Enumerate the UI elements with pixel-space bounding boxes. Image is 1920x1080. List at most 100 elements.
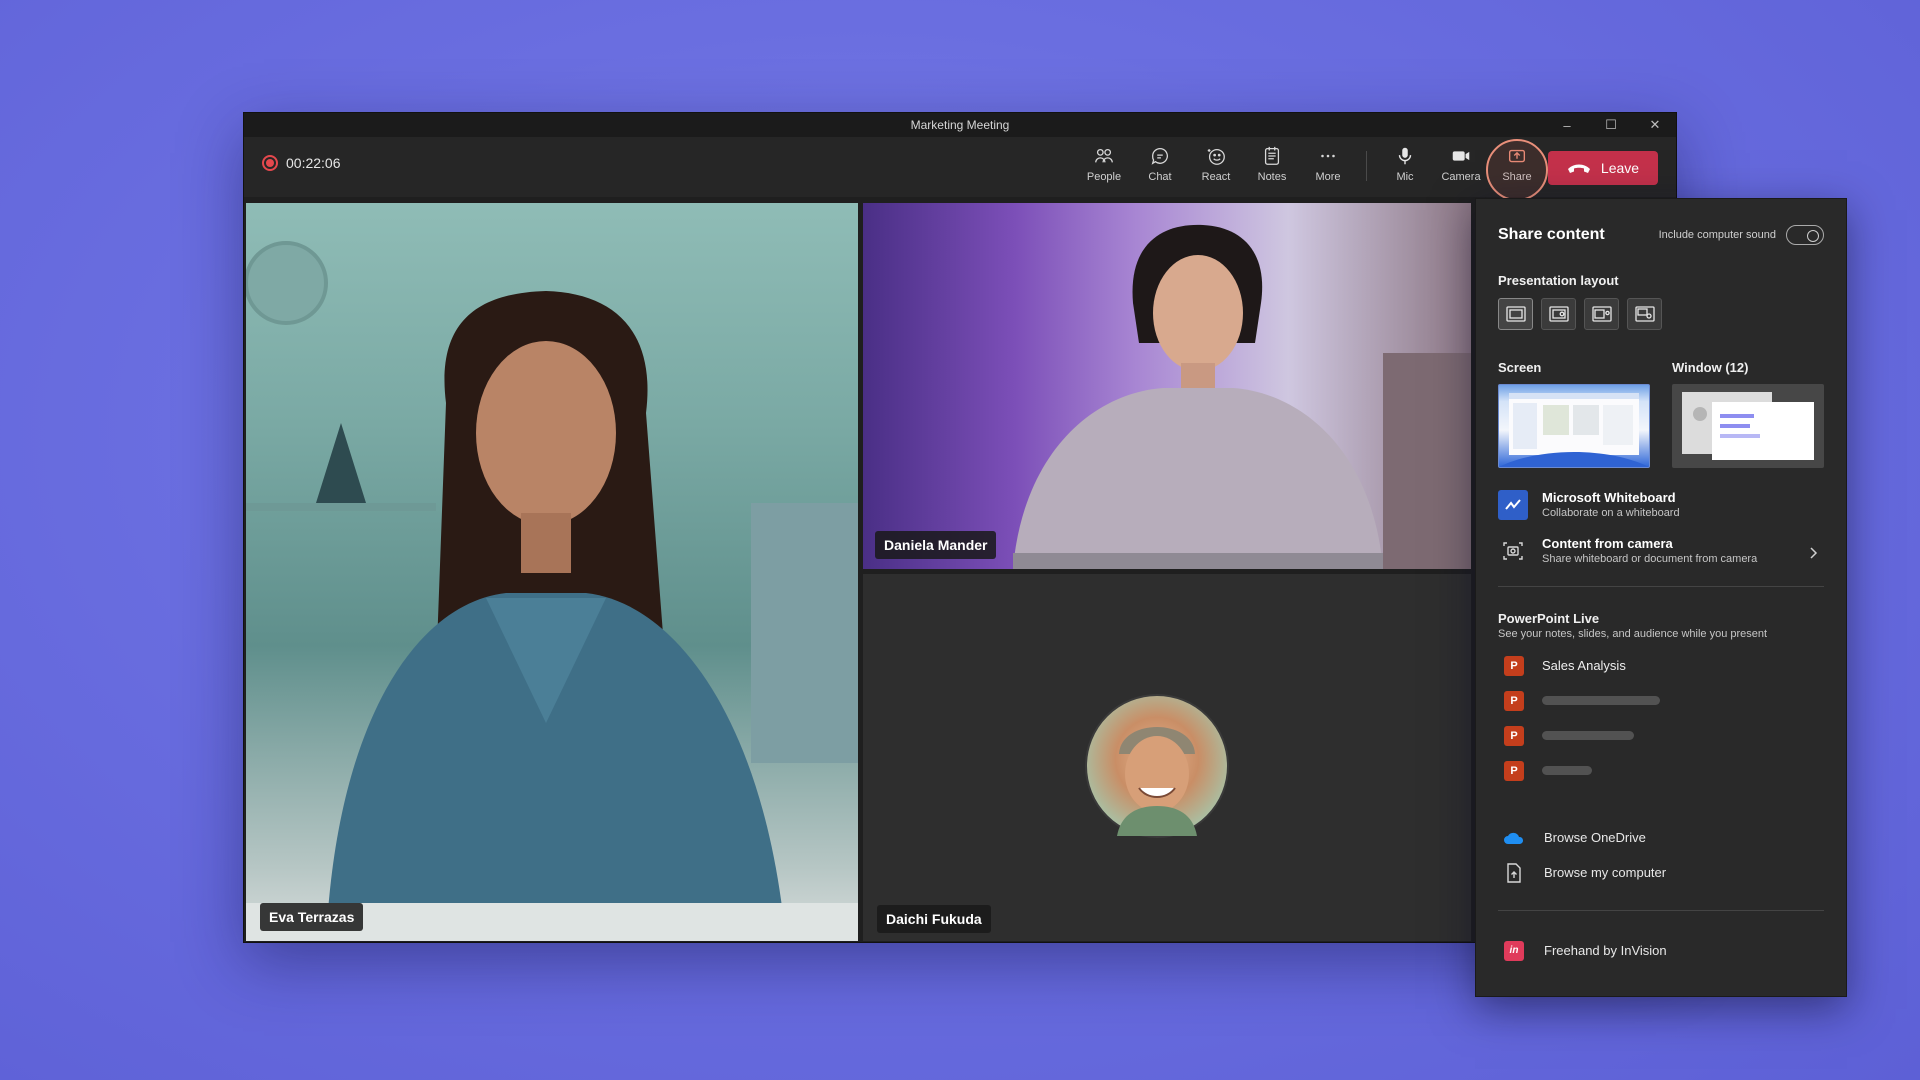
hang-up-icon — [1567, 164, 1590, 173]
notes-button[interactable]: Notes — [1244, 145, 1300, 183]
powerpoint-live-title: PowerPoint Live — [1498, 611, 1600, 626]
toolbar-divider — [1366, 151, 1367, 181]
screen-option[interactable]: Screen — [1498, 360, 1650, 468]
presentation-layout-options — [1498, 298, 1824, 330]
people-label: People — [1086, 171, 1122, 183]
powerpoint-icon: P — [1504, 725, 1524, 746]
meeting-toolbar: 00:22:06 People Chat React Notes More Mi… — [244, 137, 1676, 201]
section-divider — [1498, 910, 1824, 911]
camera-label: Camera — [1441, 171, 1481, 183]
window-option[interactable]: Window (12) — [1672, 360, 1824, 468]
more-button[interactable]: More — [1300, 145, 1356, 183]
people-icon — [1095, 148, 1113, 163]
ppt-file-name: Sales Analysis — [1542, 658, 1626, 673]
toolbar-tools: People Chat React Notes More Mic Camera … — [1076, 139, 1548, 201]
presentation-layout-label: Presentation layout — [1498, 273, 1619, 288]
ppt-file-item[interactable]: P Sales Analysis — [1498, 648, 1824, 683]
ppt-file-item[interactable]: P — [1498, 753, 1824, 788]
share-panel-title: Share content — [1498, 226, 1605, 243]
freehand-option[interactable]: in Freehand by InVision — [1498, 933, 1824, 968]
layout-standout-button[interactable] — [1541, 298, 1576, 330]
include-sound-toggle[interactable] — [1786, 225, 1824, 245]
browse-computer-label: Browse my computer — [1544, 865, 1667, 880]
video-tile-eva[interactable]: Eva Terrazas — [246, 203, 858, 941]
share-button[interactable]: Share — [1486, 139, 1548, 201]
share-source-thumbnails: Screen Window (12) — [1498, 360, 1824, 468]
video-tile-daichi[interactable]: Daichi Fukuda — [863, 574, 1471, 941]
layout-side-by-side-button[interactable] — [1584, 298, 1619, 330]
meeting-window: Marketing Meeting – ☐ ✕ 00:22:06 People … — [243, 112, 1677, 943]
layout-content-only-icon — [1505, 306, 1526, 322]
window-thumbnail[interactable] — [1672, 384, 1824, 468]
browse-options: Browse OneDrive Browse my computer — [1498, 820, 1824, 890]
browse-onedrive-label: Browse OneDrive — [1544, 830, 1646, 845]
microsoft-whiteboard-option[interactable]: Microsoft Whiteboard Collaborate on a wh… — [1498, 490, 1824, 520]
notes-label: Notes — [1257, 171, 1287, 183]
react-button[interactable]: React — [1188, 145, 1244, 183]
close-button[interactable]: ✕ — [1644, 114, 1666, 136]
chat-button[interactable]: Chat — [1132, 145, 1188, 183]
camera-content-subtitle: Share whiteboard or document from camera — [1542, 553, 1758, 565]
onedrive-icon — [1502, 831, 1526, 845]
camera-button[interactable]: Camera — [1433, 145, 1489, 183]
video-tile-daniela[interactable]: Daniela Mander — [863, 203, 1471, 569]
layout-reporter-button[interactable] — [1627, 298, 1662, 330]
recording-icon — [262, 155, 278, 171]
window-controls: – ☐ ✕ — [1556, 113, 1666, 137]
mic-button[interactable]: Mic — [1377, 145, 1433, 183]
more-icon — [1321, 154, 1335, 158]
layout-content-only-button[interactable] — [1498, 298, 1533, 330]
camera-content-title: Content from camera — [1542, 536, 1673, 551]
invision-icon: in — [1502, 940, 1526, 961]
more-label: More — [1315, 171, 1341, 183]
browse-computer-option[interactable]: Browse my computer — [1498, 855, 1824, 890]
leave-label: Leave — [1600, 160, 1640, 176]
mic-icon — [1398, 147, 1412, 165]
powerpoint-file-list: P Sales Analysis P P P — [1498, 648, 1824, 788]
upload-file-icon — [1502, 862, 1526, 883]
cloud-glyph — [1504, 832, 1524, 844]
participant-avatar-daichi — [1085, 694, 1229, 838]
loading-placeholder — [1542, 766, 1592, 775]
minimize-button[interactable]: – — [1556, 114, 1578, 136]
window-title: Marketing Meeting — [910, 118, 1010, 132]
leave-button[interactable]: Leave — [1548, 151, 1658, 185]
screen-label: Screen — [1498, 360, 1542, 375]
camera-icon — [1452, 151, 1470, 161]
participant-name-eva: Eva Terrazas — [260, 903, 364, 931]
include-sound-setting: Include computer sound — [1659, 225, 1824, 245]
react-label: React — [1201, 171, 1231, 183]
people-button[interactable]: People — [1076, 145, 1132, 183]
chat-icon — [1151, 148, 1168, 165]
screen-thumbnail[interactable] — [1498, 384, 1650, 468]
react-icon — [1207, 148, 1225, 165]
share-highlight-ring — [1486, 139, 1548, 201]
content-from-camera-option[interactable]: Content from camera Share whiteboard or … — [1498, 536, 1824, 566]
powerpoint-icon: P — [1504, 760, 1524, 781]
loading-placeholder — [1542, 696, 1660, 705]
ppt-file-item[interactable]: P — [1498, 718, 1824, 753]
chat-label: Chat — [1148, 171, 1172, 183]
share-panel-header: Share content Include computer sound — [1498, 225, 1824, 245]
browse-onedrive-option[interactable]: Browse OneDrive — [1498, 820, 1824, 855]
participant-name-daniela: Daniela Mander — [875, 531, 997, 559]
section-divider — [1498, 586, 1824, 587]
maximize-button[interactable]: ☐ — [1600, 114, 1622, 136]
title-bar: Marketing Meeting – ☐ ✕ — [244, 113, 1676, 137]
participant-video-daniela — [1013, 224, 1471, 569]
layout-side-by-side-icon — [1591, 306, 1612, 322]
whiteboard-subtitle: Collaborate on a whiteboard — [1542, 507, 1680, 519]
recording-timer: 00:22:06 — [262, 155, 341, 171]
loading-placeholder — [1542, 731, 1634, 740]
window-label: Window (12) — [1672, 360, 1749, 375]
avatar-portrait-daichi — [1117, 727, 1197, 836]
powerpoint-live-subtitle: See your notes, slides, and audience whi… — [1498, 628, 1768, 640]
powerpoint-icon: P — [1504, 655, 1524, 676]
whiteboard-title: Microsoft Whiteboard — [1542, 490, 1676, 505]
window-preview-image — [1682, 392, 1814, 460]
share-content-panel: Share content Include computer sound Pre… — [1475, 198, 1847, 997]
timer-text: 00:22:06 — [286, 155, 341, 171]
powerpoint-icon: P — [1504, 690, 1524, 711]
notes-icon — [1264, 146, 1280, 165]
ppt-file-item[interactable]: P — [1498, 683, 1824, 718]
